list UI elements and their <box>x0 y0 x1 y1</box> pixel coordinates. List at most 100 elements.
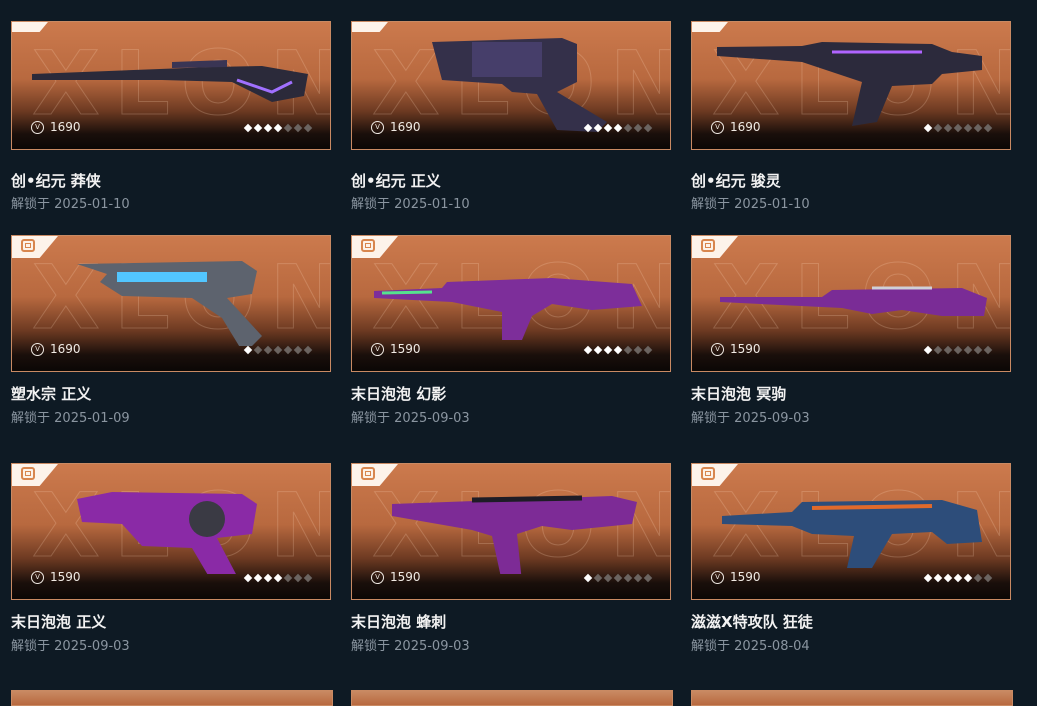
level-diamond <box>623 345 633 355</box>
level-diamond <box>973 123 983 133</box>
level-diamond <box>293 573 303 583</box>
level-diamond <box>263 345 273 355</box>
skin-card[interactable]: XLON V1590 末日泡泡 幻影 解锁于 2025-09-03 <box>351 235 671 426</box>
level-diamond <box>923 345 933 355</box>
level-diamond <box>583 573 593 583</box>
weapon-image <box>32 60 308 102</box>
weapon-image <box>722 500 982 568</box>
skin-preview-panel: XLON V1690 <box>11 21 331 150</box>
vp-currency-icon: V <box>31 342 44 356</box>
price-value: 1590 <box>390 570 421 584</box>
level-diamond <box>923 123 933 133</box>
level-diamond <box>303 573 313 583</box>
level-diamond <box>943 345 953 355</box>
level-diamond <box>273 573 283 583</box>
unlock-prefix: 解锁于 <box>691 411 731 426</box>
level-diamond <box>243 345 253 355</box>
level-diamond <box>263 573 273 583</box>
skin-collection-grid: XLON V1690 创•纪元 莽侠 解锁于 2025-01-10 XLON V… <box>0 0 1037 706</box>
upgrade-level-indicator <box>923 345 993 355</box>
level-diamond <box>253 573 263 583</box>
level-diamond <box>963 573 973 583</box>
skin-card-partial[interactable] <box>351 690 673 706</box>
skin-name: 末日泡泡 正义 <box>11 613 107 631</box>
level-diamond <box>273 123 283 133</box>
vp-currency-icon: V <box>31 120 44 134</box>
upgrade-level-indicator <box>923 123 993 133</box>
level-diamond <box>963 345 973 355</box>
level-diamond <box>953 123 963 133</box>
level-diamond <box>583 123 593 133</box>
weapon-image <box>717 42 982 126</box>
unlock-date: 解锁于 2025-08-04 <box>691 635 810 654</box>
level-diamond <box>293 123 303 133</box>
price-value: 1690 <box>730 120 761 134</box>
level-diamond <box>603 345 613 355</box>
skin-card[interactable]: XLON V 1690 创•纪元 骏灵 解锁于 2025-01-10 <box>691 8 1011 212</box>
level-diamond <box>953 345 963 355</box>
price-value: 1590 <box>50 570 81 584</box>
level-diamond <box>623 123 633 133</box>
upgrade-level-indicator <box>243 573 313 583</box>
unlock-date: 解锁于 2025-01-10 <box>351 193 470 212</box>
unlock-prefix: 解锁于 <box>691 639 731 654</box>
price: V 1690 <box>31 342 81 356</box>
level-diamond <box>633 123 643 133</box>
level-diamond <box>983 345 993 355</box>
unlock-date-value: 2025-01-10 <box>734 197 810 212</box>
unlock-date-value: 2025-08-04 <box>734 639 810 654</box>
unlock-date-value: 2025-01-10 <box>54 197 130 212</box>
upgrade-level-indicator <box>243 345 313 355</box>
skin-card[interactable]: XLON V1590 滋滋X特攻队 狂徒 解锁于 2025-08-04 <box>691 463 1011 654</box>
skin-name: 滋滋X特攻队 狂徒 <box>691 613 813 631</box>
level-diamond <box>283 345 293 355</box>
level-diamond <box>643 345 653 355</box>
level-diamond <box>613 345 623 355</box>
price: V 1590 <box>371 570 421 584</box>
price-value: 1690 <box>390 120 421 134</box>
skin-card-partial[interactable] <box>691 690 1013 706</box>
price: V 1690 <box>371 120 421 134</box>
level-diamond <box>983 123 993 133</box>
unlock-prefix: 解锁于 <box>351 639 391 654</box>
level-diamond <box>593 573 603 583</box>
skin-card[interactable]: XLON V1690 创•纪元 正义 解锁于 2025-01-10 <box>351 8 671 212</box>
price: V 1690 <box>711 120 761 134</box>
skin-card[interactable]: XLON V1690 塑水宗 正义 解锁于 2025-01-09 <box>11 235 331 426</box>
skin-card-partial[interactable] <box>11 690 333 706</box>
skin-name: 创•纪元 莽侠 <box>11 172 101 190</box>
unlock-date: 解锁于 2025-09-03 <box>351 635 470 654</box>
level-diamond <box>263 123 273 133</box>
weapon-image <box>374 278 642 340</box>
price: V 1690 <box>31 120 81 134</box>
price: V 1590 <box>711 570 761 584</box>
unlock-date-value: 2025-09-03 <box>394 411 470 426</box>
unlock-prefix: 解锁于 <box>351 197 391 212</box>
skin-card[interactable]: XLON V 1690 创•纪元 莽侠 解锁于 2025-01-10 <box>11 8 331 212</box>
level-diamond <box>643 123 653 133</box>
weapon-image <box>432 38 607 132</box>
upgrade-level-indicator <box>243 123 313 133</box>
vp-currency-icon: V <box>711 570 724 584</box>
level-diamond <box>633 573 643 583</box>
skin-card[interactable]: XLON V1590 末日泡泡 正义 解锁于 2025-09-03 <box>11 463 331 654</box>
level-diamond <box>973 345 983 355</box>
level-diamond <box>933 573 943 583</box>
weapon-image <box>392 495 637 574</box>
skin-preview-panel: XLON V1590 <box>691 235 1011 372</box>
upgrade-level-indicator <box>583 123 653 133</box>
skin-card[interactable]: XLON V1590 末日泡泡 蜂刺 解锁于 2025-09-03 <box>351 463 671 654</box>
skin-name: 创•纪元 骏灵 <box>691 172 781 190</box>
price: V 1590 <box>711 342 761 356</box>
weapon-image <box>720 286 987 316</box>
upgrade-level-indicator <box>583 345 653 355</box>
price-value: 1590 <box>730 342 761 356</box>
unlock-prefix: 解锁于 <box>11 411 51 426</box>
level-diamond <box>973 573 983 583</box>
level-diamond <box>603 573 613 583</box>
skin-preview-panel: XLON V1590 <box>351 463 671 600</box>
price: V 1590 <box>31 570 81 584</box>
unlock-date: 解锁于 2025-01-10 <box>691 193 810 212</box>
vp-currency-icon: V <box>371 570 384 584</box>
skin-card[interactable]: XLON V1590 末日泡泡 冥驹 解锁于 2025-09-03 <box>691 235 1011 426</box>
